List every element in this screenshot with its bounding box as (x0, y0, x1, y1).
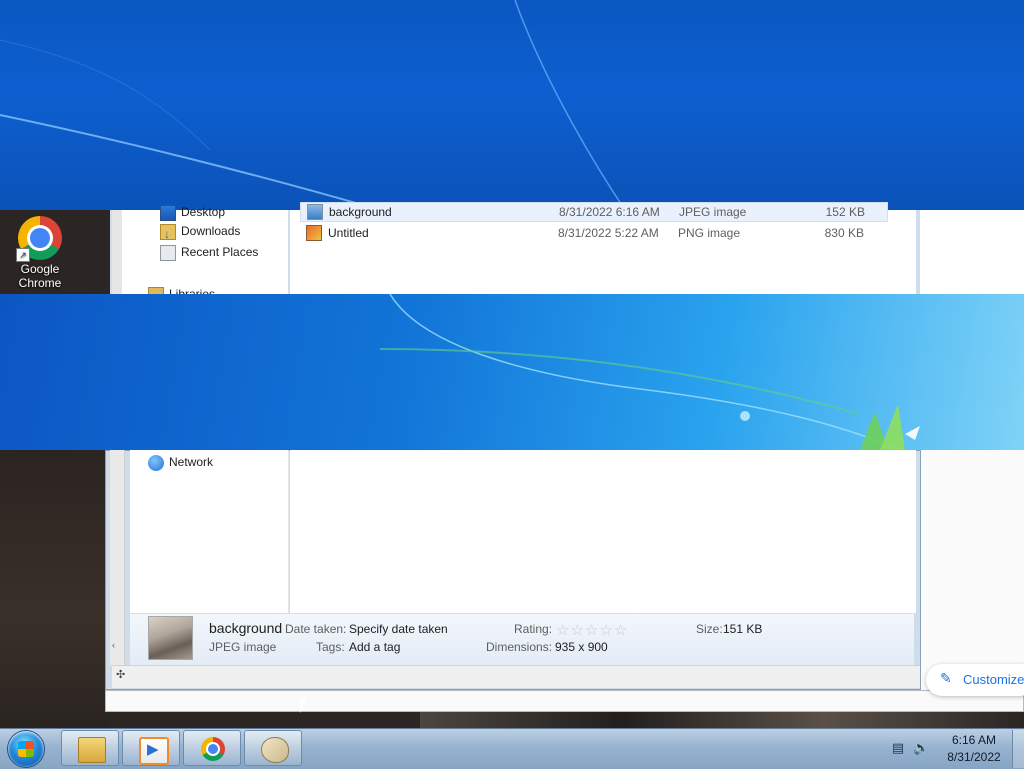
details-file-name: background (209, 620, 283, 636)
windows-start-icon[interactable] (8, 731, 44, 767)
desktop-icon (160, 204, 176, 221)
wallpaper-photo-left (0, 450, 110, 728)
libraries-icon (148, 286, 164, 294)
desktop-icon-google-chrome[interactable]: ↗ Google Chrome (10, 212, 70, 296)
status-bar: ✣ (112, 665, 920, 688)
file-thumbnail (148, 616, 193, 660)
nav-item-downloads[interactable]: Downloads (160, 221, 241, 245)
resize-grip-icon[interactable]: ✣ (116, 668, 125, 681)
star-icon[interactable]: ☆ (556, 622, 570, 639)
desktop-wallpaper-middle (0, 294, 1024, 450)
star-icon[interactable]: ☆ (614, 622, 628, 639)
tags-field[interactable]: Add a tag (349, 640, 400, 654)
nav-item-libraries[interactable]: Libraries (148, 284, 215, 294)
file-size: 830 KB (824, 226, 864, 240)
tags-label: Tags: (316, 640, 345, 654)
nav-item-label: Libraries (169, 287, 216, 294)
nav-item-network[interactable]: Network (148, 452, 213, 473)
nav-item-recent-places[interactable]: Recent Places (160, 242, 258, 263)
file-row-untitled[interactable]: Untitled 8/31/2022 5:22 AM PNG image 830… (300, 223, 888, 243)
star-icon[interactable]: ☆ (570, 622, 584, 639)
date-taken-field[interactable]: Specify date taken (349, 622, 448, 636)
nav-item-label: Recent Places (181, 245, 259, 259)
chrome-icon (201, 737, 225, 761)
pencil-icon: ✎ (940, 670, 952, 686)
desktop-icon-label: Google Chrome (18, 262, 62, 290)
rating-label: Rating: (514, 622, 553, 636)
file-date: 8/31/2022 5:22 AM (558, 226, 659, 240)
paint-icon (261, 737, 289, 763)
file-name: background (329, 205, 392, 219)
jpeg-file-icon (307, 204, 323, 220)
volume-icon[interactable]: 🔈 (913, 740, 929, 756)
nav-item-label: Network (169, 455, 214, 469)
wallpaper-streaks (379, 294, 920, 450)
png-file-icon (306, 225, 322, 241)
file-date: 8/31/2022 6:16 AM (559, 205, 660, 219)
network-tray-icon[interactable]: ▤ (890, 740, 906, 756)
file-type: PNG image (678, 226, 741, 240)
wallpaper-streaks (0, 0, 626, 210)
nav-item-label: Downloads (181, 224, 241, 238)
size-value: 151 KB (723, 622, 763, 636)
nav-item-desktop[interactable]: Desktop (160, 202, 225, 223)
file-list-pane-bottom (290, 450, 916, 613)
star-icon[interactable]: ☆ (585, 622, 599, 639)
desktop-wallpaper-top (0, 0, 1024, 210)
downloads-icon (160, 223, 176, 245)
clock-time[interactable]: 6:16 AM (944, 733, 1004, 747)
recent-places-icon (160, 244, 176, 261)
nav-scrollbar[interactable]: ‹ (110, 450, 125, 665)
rating-stars[interactable]: ☆☆☆☆☆ (556, 621, 628, 639)
taskbar-button-chrome[interactable] (183, 730, 241, 766)
mouse-cursor-icon (300, 699, 307, 713)
folder-icon (78, 737, 106, 763)
nav-item-label: Desktop (181, 205, 226, 219)
taskbar-button-media-player[interactable] (122, 730, 180, 766)
media-player-icon (139, 737, 169, 765)
file-size: 152 KB (825, 205, 865, 219)
star-icon[interactable]: ☆ (599, 622, 613, 639)
file-row-background[interactable]: background 8/31/2022 6:16 AM JPEG image … (300, 202, 888, 222)
wallpaper-photo-strip (420, 710, 1024, 728)
dimensions-value: 935 x 900 (555, 640, 608, 654)
file-name: Untitled (328, 226, 369, 240)
customize-label: Customize (963, 672, 1024, 687)
file-type: JPEG image (679, 205, 747, 219)
customize-button[interactable]: ✎ Customize (926, 664, 1024, 696)
date-taken-label: Date taken: (285, 622, 347, 636)
network-icon (148, 454, 164, 471)
scroll-left-arrow-icon[interactable]: ‹ (112, 640, 115, 650)
navigation-pane-bottom: Network (130, 450, 289, 613)
taskbar-button-paint[interactable] (244, 730, 302, 766)
dimensions-label: Dimensions: (486, 640, 553, 654)
shortcut-arrow-icon: ↗ (16, 248, 30, 262)
size-label: Size: (696, 622, 723, 636)
details-file-type: JPEG image (209, 640, 277, 654)
clock-date[interactable]: 8/31/2022 (944, 750, 1004, 764)
nav-scrollbar[interactable] (112, 210, 122, 294)
show-desktop-button[interactable] (1012, 730, 1024, 768)
taskbar-button-explorer[interactable] (61, 730, 119, 766)
window-behind-top (920, 210, 1024, 294)
navigation-pane-top: Desktop Downloads Recent Places Librarie… (122, 204, 288, 294)
background-window-edge (105, 690, 1024, 712)
